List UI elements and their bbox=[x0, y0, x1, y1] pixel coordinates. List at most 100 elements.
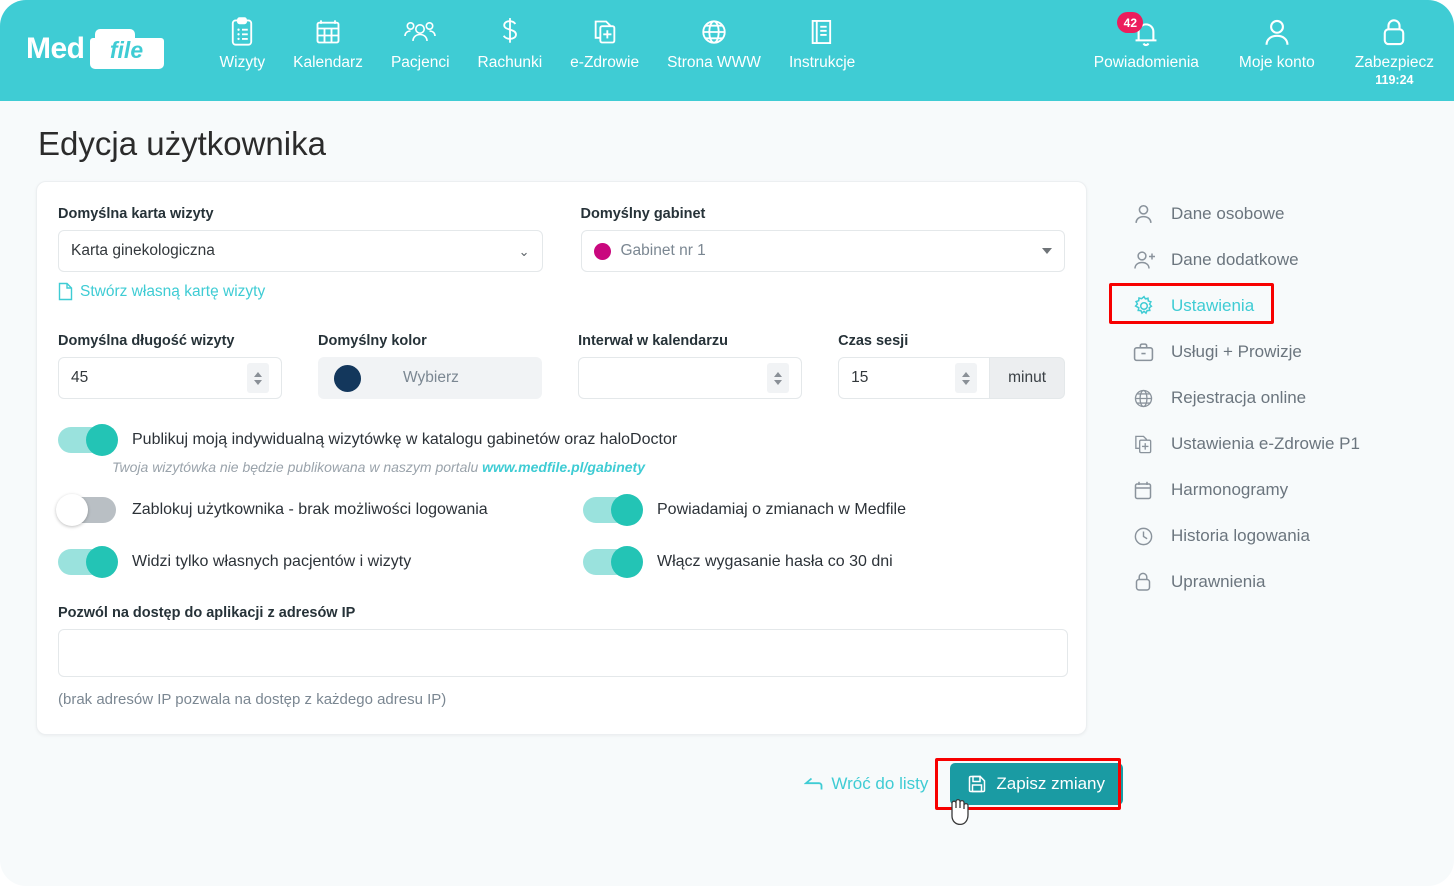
lock-icon bbox=[1133, 571, 1163, 593]
field-label: Domyślna długość wizyty bbox=[58, 333, 235, 349]
toggle-notify-changes[interactable]: Powiadamiaj o zmianach w Medfile bbox=[583, 494, 906, 526]
secure-button[interactable]: Zabezpiecz 119:24 bbox=[1335, 14, 1454, 87]
sidebar-item-label: Ustawienia e-Zdrowie P1 bbox=[1171, 434, 1360, 453]
logo-text-med: Med bbox=[26, 32, 85, 65]
sidebar-item-dane-osobowe[interactable]: Dane osobowe bbox=[1125, 191, 1445, 237]
calendar-icon bbox=[1133, 480, 1163, 501]
field-label: Domyślny kolor bbox=[318, 333, 427, 349]
toggle-publish-business-card[interactable]: Publikuj moją indywidualną wizytówkę w k… bbox=[58, 424, 1065, 456]
sidebar-item-label: Ustawienia bbox=[1171, 296, 1255, 315]
hr-label: Moje konto bbox=[1238, 54, 1315, 71]
sidebar-item-rejestracja-online[interactable]: Rejestracja online bbox=[1125, 375, 1445, 421]
nav-item-pacjenci[interactable]: Pacjenci bbox=[377, 14, 464, 72]
gear-icon bbox=[1133, 295, 1163, 317]
logo-file-mark: file bbox=[89, 29, 164, 69]
default-length-input[interactable]: 45 bbox=[58, 357, 283, 399]
field-label: Pozwól na dostęp do aplikacji z adresów … bbox=[58, 605, 356, 621]
sidebar-item-label: Harmonogramy bbox=[1171, 480, 1289, 499]
save-icon bbox=[968, 775, 986, 793]
settings-sidebar: Dane osobowe Dane dodatkowe Ustawienia U… bbox=[1109, 181, 1445, 735]
field-default-office: Domyślny gabinet Gabinet nr 1 bbox=[580, 206, 1065, 301]
globe-icon bbox=[700, 14, 728, 50]
sidebar-item-dane-dodatkowe[interactable]: Dane dodatkowe bbox=[1125, 237, 1445, 283]
sidebar-item-ustawienia-ezdrowie-p1[interactable]: Ustawienia e-Zdrowie P1 bbox=[1125, 421, 1445, 467]
user-icon bbox=[1133, 203, 1163, 225]
nav-item-instrukcje[interactable]: Instrukcje bbox=[775, 14, 869, 72]
toggle-label: Powiadamiaj o zmianach w Medfile bbox=[657, 501, 906, 518]
default-office-select[interactable]: Gabinet nr 1 bbox=[580, 230, 1065, 272]
field-default-color: Domyślny kolor Wybierz bbox=[318, 333, 543, 399]
switch-knob bbox=[86, 546, 118, 578]
hr-label: Zabezpiecz bbox=[1354, 54, 1434, 71]
bell-icon: 42 bbox=[1117, 12, 1161, 52]
sidebar-item-label: Dane osobowe bbox=[1171, 204, 1285, 223]
sidebar-item-historia-logowania[interactable]: Historia logowania bbox=[1125, 513, 1445, 559]
nav-item-ezdrowie[interactable]: e-Zdrowie bbox=[556, 14, 653, 72]
field-label: Interwał w kalendarzu bbox=[578, 333, 728, 349]
nav-item-kalendarz[interactable]: Kalendarz bbox=[279, 14, 377, 72]
notifications-button[interactable]: 42 Powiadomienia bbox=[1074, 12, 1219, 72]
toggle-grid-row-1: Zablokuj użytkownika - brak możliwości l… bbox=[56, 494, 1065, 526]
session-time-unit: minut bbox=[990, 357, 1065, 399]
switch-knob bbox=[56, 494, 88, 526]
app-window: Med file Wizyty Kalendarz Pacjenci Rachu… bbox=[0, 0, 1454, 886]
default-office-value: Gabinet nr 1 bbox=[620, 242, 706, 259]
save-changes-button[interactable]: Zapisz zmiany bbox=[950, 763, 1123, 805]
field-session-time: Czas sesji 15 minut bbox=[838, 333, 1065, 399]
number-stepper-icon[interactable] bbox=[767, 363, 790, 393]
field-label: Domyślny gabinet bbox=[580, 206, 706, 222]
clipboard-icon bbox=[228, 14, 256, 50]
my-account-button[interactable]: Moje konto bbox=[1219, 14, 1335, 72]
nav-item-rachunki[interactable]: Rachunki bbox=[464, 14, 557, 72]
toggle-password-expiry[interactable]: Włącz wygasanie hasła co 30 dni bbox=[583, 546, 893, 578]
session-time-input[interactable]: 15 bbox=[838, 357, 991, 399]
switch-track[interactable] bbox=[583, 546, 643, 578]
sidebar-item-uprawnienia[interactable]: Uprawnienia bbox=[1125, 559, 1445, 605]
sidebar-item-harmonogramy[interactable]: Harmonogramy bbox=[1125, 467, 1445, 513]
sidebar-item-uslugi-prowizje[interactable]: Usługi + Prowizje bbox=[1125, 329, 1445, 375]
user-icon bbox=[1262, 14, 1292, 52]
switch-track[interactable] bbox=[58, 546, 118, 578]
field-default-length: Domyślna długość wizyty 45 bbox=[58, 333, 283, 399]
ip-access-input[interactable] bbox=[58, 629, 1068, 677]
ip-access-note: (brak adresów IP pozwala na dostęp z każ… bbox=[58, 691, 447, 708]
back-to-list-button[interactable]: Wróć do listy bbox=[804, 774, 928, 794]
number-stepper-icon[interactable] bbox=[955, 363, 978, 393]
field-ip-access: Pozwól na dostęp do aplikacji z adresów … bbox=[58, 605, 1068, 708]
default-card-select[interactable]: Karta ginekologiczna ⌄ bbox=[58, 230, 543, 272]
medfile-logo[interactable]: Med file bbox=[26, 26, 164, 72]
settings-card: Domyślna karta wizyty Karta ginekologicz… bbox=[36, 181, 1087, 735]
medfile-gabinety-link[interactable]: www.medfile.pl/gabinety bbox=[482, 459, 645, 475]
toggle-own-patients-only[interactable]: Widzi tylko własnych pacjentów i wizyty bbox=[58, 546, 583, 578]
sidebar-item-ustawienia[interactable]: Ustawienia bbox=[1109, 283, 1445, 329]
people-icon bbox=[404, 14, 437, 50]
toggle-group-publish: Publikuj moją indywidualną wizytówkę w k… bbox=[58, 424, 1065, 475]
office-color-dot bbox=[593, 242, 611, 260]
field-label: Czas sesji bbox=[838, 333, 909, 349]
form-row-2: Domyślna długość wizyty 45 Domyślny kolo… bbox=[58, 333, 1065, 399]
number-stepper-icon[interactable] bbox=[247, 363, 270, 393]
switch-track[interactable] bbox=[56, 494, 116, 526]
calendar-interval-input[interactable] bbox=[578, 357, 803, 399]
default-length-value: 45 bbox=[71, 369, 89, 386]
switch-knob bbox=[86, 424, 118, 456]
briefcase-icon bbox=[1133, 342, 1163, 363]
toggle-label: Publikuj moją indywidualną wizytówkę w k… bbox=[132, 431, 678, 448]
create-own-card-link[interactable]: Stwórz własną kartę wizyty bbox=[58, 282, 543, 301]
field-default-card: Domyślna karta wizyty Karta ginekologicz… bbox=[58, 206, 543, 301]
toggle-label: Widzi tylko własnych pacjentów i wizyty bbox=[132, 553, 412, 570]
switch-track[interactable] bbox=[583, 494, 643, 526]
form-row-1: Domyślna karta wizyty Karta ginekologicz… bbox=[58, 206, 1065, 301]
save-changes-label: Zapisz zmiany bbox=[996, 774, 1105, 793]
nav-item-wizyty[interactable]: Wizyty bbox=[206, 14, 280, 72]
nav-label: Instrukcje bbox=[788, 54, 856, 71]
main-nav: Wizyty Kalendarz Pacjenci Rachunki e-Zdr… bbox=[206, 14, 870, 72]
publish-hint-text: Twoja wizytówka nie będzie publikowana w… bbox=[112, 459, 479, 475]
globe-icon bbox=[1133, 388, 1163, 409]
toggle-block-user[interactable]: Zablokuj użytkownika - brak możliwości l… bbox=[56, 494, 583, 526]
chevron-down-icon bbox=[1042, 248, 1052, 254]
default-color-picker[interactable]: Wybierz bbox=[318, 357, 543, 399]
nav-item-strona-www[interactable]: Strona WWW bbox=[653, 14, 775, 72]
session-time-value: 15 bbox=[851, 369, 869, 386]
switch-track[interactable] bbox=[58, 424, 118, 456]
